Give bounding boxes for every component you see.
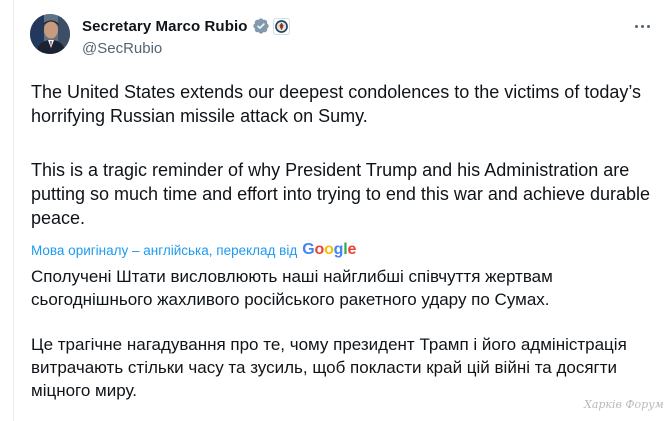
more-options-icon[interactable]	[630, 18, 654, 34]
author-handle[interactable]: @SecRubio	[82, 40, 162, 57]
translated-text-paragraph: Це трагічне нагадування про те, чому пре…	[31, 335, 627, 400]
state-department-seal-icon	[272, 17, 290, 35]
author-name-row[interactable]: Secretary Marco Rubio	[82, 17, 290, 35]
tweet-text-paragraph: This is a tragic reminder of why Preside…	[31, 160, 651, 228]
more-dot	[634, 24, 638, 28]
google-logo: Google	[302, 241, 357, 258]
more-dot	[640, 24, 644, 28]
translation-attribution-link[interactable]: Мова оригіналу – англійська, переклад ві…	[31, 241, 356, 259]
verified-badge-icon	[252, 17, 270, 35]
translated-text-paragraph: Сполучені Штати висловлюють наші найглиб…	[31, 267, 553, 309]
avatar-image	[30, 14, 70, 54]
more-dot	[646, 24, 650, 28]
watermark: Харків Форум	[584, 398, 664, 411]
author-display-name[interactable]: Secretary Marco Rubio	[82, 18, 248, 35]
tweet-text-paragraph: The United States extends our deepest co…	[31, 82, 642, 126]
translation-label[interactable]: Мова оригіналу – англійська, переклад ві…	[31, 243, 297, 258]
avatar[interactable]	[30, 14, 70, 54]
